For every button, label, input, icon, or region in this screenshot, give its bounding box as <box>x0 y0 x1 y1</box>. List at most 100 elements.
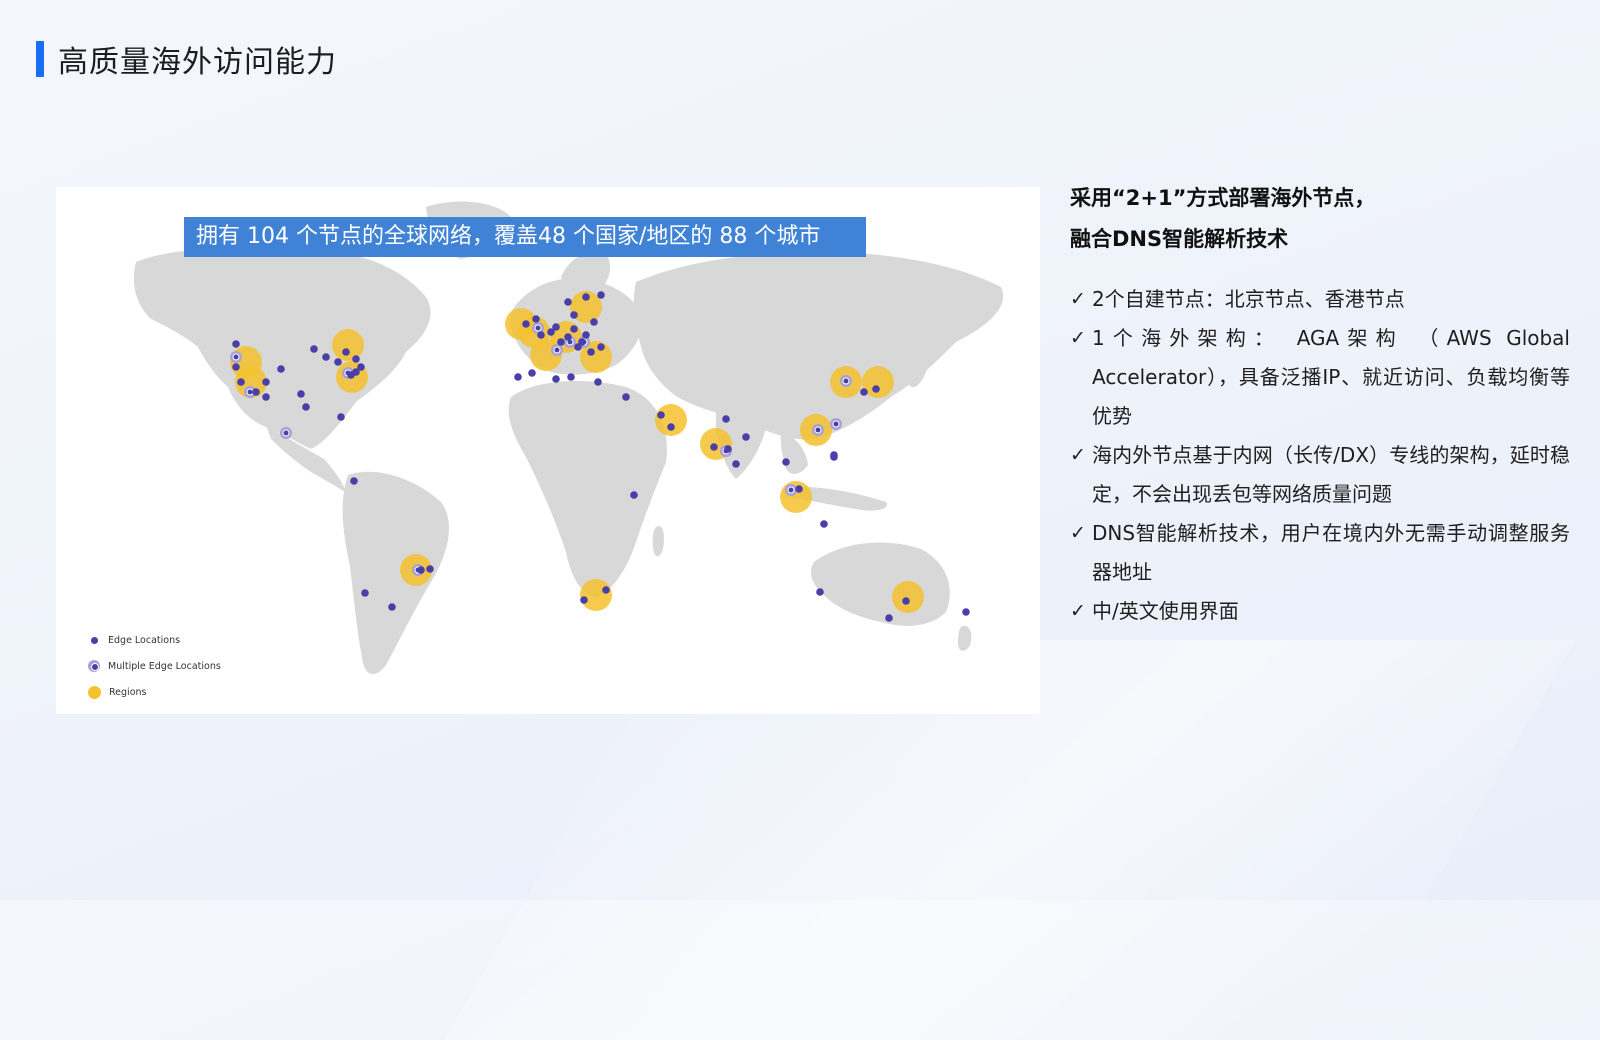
check-icon: ✓ <box>1070 600 1086 622</box>
edge-location-marker <box>426 565 434 573</box>
edge-location-marker <box>567 373 575 381</box>
edge-location-marker <box>732 460 740 468</box>
edge-location-marker <box>352 368 360 376</box>
edge-location-marker <box>232 363 240 371</box>
edge-location-marker <box>334 358 342 366</box>
edge-location-marker <box>552 323 560 331</box>
edge-location-marker <box>710 443 718 451</box>
region-marker <box>332 329 364 361</box>
edge-location-marker <box>352 355 360 363</box>
multiple-edge-marker-core <box>232 353 240 361</box>
edge-location-marker <box>262 378 270 386</box>
region-marker <box>655 404 687 436</box>
feature-text: 中/英文使用界面 <box>1092 599 1239 623</box>
feature-heading: 采用“2+1”方式部署海外节点， 融合DNS智能解析技术 <box>1070 178 1570 260</box>
feature-text: DNS智能解析技术，用户在境内外无需手动调整服务器地址 <box>1092 521 1570 584</box>
legend-regions: Regions <box>88 679 221 705</box>
edge-location-marker <box>302 403 310 411</box>
south-america <box>342 471 449 675</box>
edge-location-marker <box>657 411 665 419</box>
region-icon <box>88 685 101 699</box>
multiple-edge-marker-core <box>832 420 840 428</box>
feature-text: 海内外节点基于内网（长传/DX）专线的架构，延时稳定，不会出现丢包等网络质量问题 <box>1092 443 1570 506</box>
continents <box>133 201 1004 675</box>
edge-location-marker <box>570 325 578 333</box>
africa <box>508 381 667 597</box>
multiple-edge-marker-core <box>553 346 561 354</box>
north-america <box>133 248 431 449</box>
multiple-edge-marker-core <box>787 486 795 494</box>
edge-location-marker <box>860 388 868 396</box>
edge-location-marker <box>310 345 318 353</box>
region-marker <box>780 481 812 513</box>
edge-location-marker <box>580 596 588 604</box>
edge-location-marker <box>582 331 590 339</box>
edge-location-marker <box>514 373 522 381</box>
edge-location-marker <box>262 393 270 401</box>
multiple-edge-marker-core <box>246 388 254 396</box>
feature-item: ✓ 1个海外架构： AGA架构 （AWS Global Accelerator）… <box>1070 319 1570 436</box>
edge-location-marker <box>582 293 590 301</box>
feature-list: ✓ 2个自建节点：北京节点、香港节点 ✓ 1个海外架构： AGA架构 （AWS … <box>1070 280 1570 631</box>
legend-edge-locations: Edge Locations <box>88 627 221 653</box>
feature-panel: 采用“2+1”方式部署海外节点， 融合DNS智能解析技术 ✓ 2个自建节点：北京… <box>1070 178 1570 631</box>
edge-location-marker <box>722 415 730 423</box>
feature-text: 1个海外架构： AGA架构 （AWS Global Accelerator），具… <box>1092 326 1570 428</box>
multiple-edge-marker-core <box>282 429 290 437</box>
edge-location-marker <box>277 365 285 373</box>
asia <box>633 252 1004 440</box>
australia <box>810 542 950 626</box>
edge-location-marker <box>417 566 425 574</box>
page-header: 高质量海外访问能力 <box>36 40 337 80</box>
edge-location-marker <box>297 390 305 398</box>
edge-location-marker <box>885 614 893 622</box>
legend-label: Regions <box>109 686 147 698</box>
edge-location-marker <box>602 586 610 594</box>
edge-location-marker <box>630 491 638 499</box>
madagascar <box>652 526 665 557</box>
edge-location-marker <box>830 451 838 459</box>
edge-location-marker <box>557 338 565 346</box>
coverage-banner: 拥有 104 个节点的全球网络，覆盖48 个国家/地区的 88 个城市 <box>184 217 866 257</box>
edge-location-marker <box>337 413 345 421</box>
heading-line-2: 融合DNS智能解析技术 <box>1070 227 1289 251</box>
edge-location-marker <box>597 291 605 299</box>
edge-location-marker <box>564 333 572 341</box>
edge-location-marker <box>724 445 732 453</box>
edge-location-marker <box>590 318 598 326</box>
edge-location-marker <box>322 353 330 361</box>
page-title: 高质量海外访问能力 <box>58 45 337 80</box>
world-map-card: 拥有 104 个节点的全球网络，覆盖48 个国家/地区的 88 个城市 Edge… <box>56 187 1040 714</box>
legend-label: Edge Locations <box>108 634 181 646</box>
title-accent-bar <box>36 41 44 77</box>
edge-location-marker <box>782 458 790 466</box>
edge-location-marker <box>872 385 880 393</box>
edge-location-marker <box>902 597 910 605</box>
edge-location-marker <box>667 423 675 431</box>
edge-location-marker <box>552 375 560 383</box>
edge-location-marker <box>537 331 545 339</box>
edge-location-marker <box>388 603 396 611</box>
feature-text: 2个自建节点：北京节点、香港节点 <box>1092 287 1405 311</box>
edge-location-marker <box>237 378 245 386</box>
check-icon: ✓ <box>1070 444 1086 466</box>
edge-location-marker <box>816 588 824 596</box>
edge-location-marker <box>342 348 350 356</box>
legend-label: Multiple Edge Locations <box>108 660 221 672</box>
multiple-edge-location-icon <box>88 660 100 672</box>
multiple-edge-marker-core <box>534 324 542 332</box>
multiple-edge-marker-core <box>814 426 822 434</box>
edge-location-icon <box>88 634 100 646</box>
heading-line-1: 采用“2+1”方式部署海外节点， <box>1070 186 1376 210</box>
feature-item: ✓ 海内外节点基于内网（长传/DX）专线的架构，延时稳定，不会出现丢包等网络质量… <box>1070 436 1570 514</box>
edge-location-marker <box>820 520 828 528</box>
edge-location-marker <box>578 338 586 346</box>
feature-item: ✓ DNS智能解析技术，用户在境内外无需手动调整服务器地址 <box>1070 514 1570 592</box>
check-icon: ✓ <box>1070 288 1086 310</box>
feature-item: ✓ 2个自建节点：北京节点、香港节点 <box>1070 280 1570 319</box>
multiple-edge-marker-core <box>842 377 850 385</box>
region-marker <box>892 581 924 613</box>
new-zealand <box>958 625 972 651</box>
edge-location-marker <box>587 348 595 356</box>
feature-item: ✓ 中/英文使用界面 <box>1070 592 1570 631</box>
